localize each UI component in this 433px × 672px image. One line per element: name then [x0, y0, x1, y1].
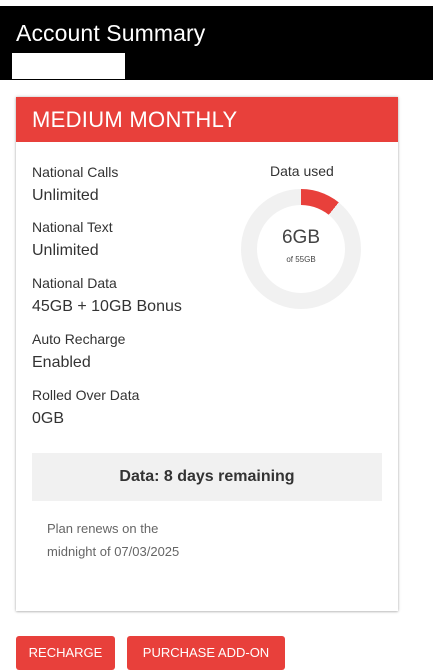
data-used-value: 6GB — [281, 227, 321, 248]
feature-value: 0GB — [32, 410, 65, 427]
data-total: of 55GB — [286, 255, 316, 264]
donut-hole — [257, 205, 345, 293]
page-title: Account Summary — [16, 20, 206, 46]
recharge-button[interactable]: RECHARGE — [16, 636, 115, 670]
top-bar: Account Summary — [0, 6, 433, 80]
data-usage-donut: 6GB of 55GB — [241, 189, 361, 309]
purchase-addon-button[interactable]: PURCHASE ADD-ON — [127, 636, 285, 670]
feature-label: National Data — [32, 275, 117, 291]
days-remaining-banner: Data: 8 days remaining — [32, 453, 382, 501]
feature-value: Unlimited — [32, 242, 99, 259]
redacted-account-name — [12, 53, 125, 79]
feature-label: Auto Recharge — [32, 331, 126, 347]
plan-name: MEDIUM MONTHLY — [16, 97, 398, 142]
feature-auto-recharge: Auto Recharge Enabled — [32, 330, 125, 373]
feature-national-data: National Data 45GB + 10GB Bonus — [32, 274, 182, 317]
feature-value: Enabled — [32, 354, 91, 371]
feature-national-text: National Text Unlimited — [32, 218, 113, 261]
feature-value: Unlimited — [32, 187, 99, 204]
feature-label: National Calls — [32, 164, 119, 180]
feature-national-calls: National Calls Unlimited — [32, 163, 118, 206]
feature-label: National Text — [32, 219, 113, 235]
renewal-note: Plan renews on the midnight of 07/03/202… — [47, 521, 180, 559]
data-used-label: Data used — [270, 163, 334, 179]
plan-card: MEDIUM MONTHLY National Calls Unlimited … — [16, 97, 398, 611]
feature-label: Rolled Over Data — [32, 387, 140, 403]
feature-value: 45GB + 10GB Bonus — [32, 298, 182, 315]
feature-rolled-over-data: Rolled Over Data 0GB — [32, 386, 139, 429]
